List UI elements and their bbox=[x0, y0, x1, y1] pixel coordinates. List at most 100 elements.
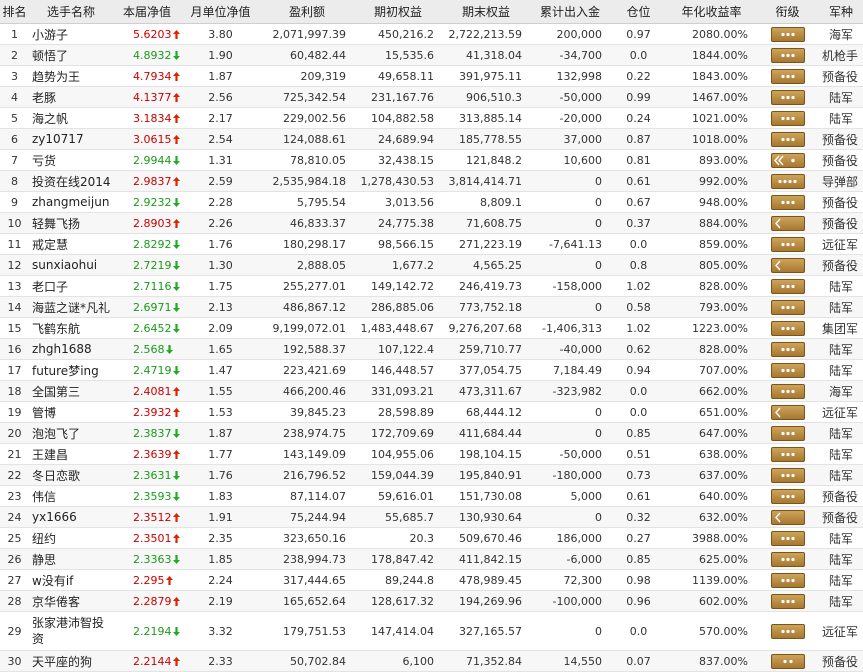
header-player-name[interactable]: 选手名称 bbox=[29, 0, 113, 24]
header-monthly-nav[interactable]: 月单位净值 bbox=[181, 0, 260, 24]
position-cell: 0.0 bbox=[610, 611, 667, 651]
position-cell: 0.61 bbox=[610, 485, 667, 507]
player-name-link[interactable]: w没有if bbox=[29, 569, 113, 591]
rank-badge-cell bbox=[756, 44, 819, 66]
player-name-link[interactable]: 老豚 bbox=[29, 86, 113, 108]
position-cell: 0.27 bbox=[610, 527, 667, 549]
header-end-equity[interactable]: 期末权益 bbox=[442, 0, 530, 24]
player-name-link[interactable]: yx1666 bbox=[29, 506, 113, 528]
header-rank[interactable]: 排名 bbox=[0, 0, 29, 24]
player-name-link[interactable]: 京华倦客 bbox=[29, 590, 113, 612]
player-name-link[interactable]: 投资在线2014 bbox=[29, 170, 113, 192]
header-profit[interactable]: 盈利额 bbox=[260, 0, 354, 24]
annual-return-cell: 793.00% bbox=[667, 296, 756, 318]
table-row: 18 全国第三 2.4081 1.55 466,200.46 331,093.21 473,… bbox=[0, 380, 863, 402]
rank-badge-cell bbox=[756, 338, 819, 360]
rank-badge-icon bbox=[770, 446, 805, 462]
player-name-link[interactable]: 戒定慧 bbox=[29, 233, 113, 255]
branch-cell: 海军 bbox=[819, 380, 863, 402]
header-annual-return[interactable]: 年化收益率 bbox=[667, 0, 756, 24]
player-name-link[interactable]: zhgh1688 bbox=[29, 338, 113, 360]
branch-cell: 陆军 bbox=[819, 86, 863, 108]
position-cell: 0.62 bbox=[610, 338, 667, 360]
player-name-link[interactable]: 飞鹤东航 bbox=[29, 317, 113, 339]
player-name-link[interactable]: 伟信 bbox=[29, 485, 113, 507]
start-equity-cell: 28,598.89 bbox=[354, 401, 442, 423]
player-name-link[interactable]: 海蓝之谜*凡礼 bbox=[29, 296, 113, 318]
profit-cell: 124,088.61 bbox=[260, 128, 354, 150]
monthly-nav-cell: 2.24 bbox=[181, 569, 260, 591]
player-name-link[interactable]: 王建昌 bbox=[29, 443, 113, 465]
player-name-link[interactable]: 静思 bbox=[29, 548, 113, 570]
header-cumulative-flow[interactable]: 累计出入金 bbox=[530, 0, 610, 24]
cumulative-flow-cell: -20,000 bbox=[530, 107, 610, 129]
position-cell: 0.8 bbox=[610, 254, 667, 276]
rank-badge-icon bbox=[770, 257, 805, 273]
nav-value: 2.2144 bbox=[133, 654, 172, 668]
profit-cell: 75,244.94 bbox=[260, 506, 354, 528]
nav-cell: 4.7934 bbox=[113, 65, 181, 87]
player-name-link[interactable]: 顿悟了 bbox=[29, 44, 113, 66]
nav-cell: 2.6452 bbox=[113, 317, 181, 339]
player-name-link[interactable]: 老口子 bbox=[29, 275, 113, 297]
rank-badge-icon bbox=[770, 320, 805, 336]
profit-cell: 165,652.64 bbox=[260, 590, 354, 612]
player-name-link[interactable]: 天平座的狗 bbox=[29, 650, 113, 672]
annual-return-cell: 640.00% bbox=[667, 485, 756, 507]
annual-return-cell: 602.00% bbox=[667, 590, 756, 612]
rank-badge-cell bbox=[756, 191, 819, 213]
player-name-link[interactable]: 管博 bbox=[29, 401, 113, 423]
nav-cell: 2.7116 bbox=[113, 275, 181, 297]
cumulative-flow-cell: -40,000 bbox=[530, 338, 610, 360]
player-name-link[interactable]: 海之帆 bbox=[29, 107, 113, 129]
player-name-link[interactable]: future梦ing bbox=[29, 359, 113, 381]
player-name-link[interactable]: 轻舞飞扬 bbox=[29, 212, 113, 234]
start-equity-cell: 3,013.56 bbox=[354, 191, 442, 213]
player-name-link[interactable]: 亏货 bbox=[29, 149, 113, 171]
arrow-up-icon bbox=[172, 596, 180, 606]
player-name-link[interactable]: 纽约 bbox=[29, 527, 113, 549]
player-name-link[interactable]: zy10717 bbox=[29, 128, 113, 150]
table-row: 26 静思 2.3363 1.85 238,994.73 178,847.42 411,84… bbox=[0, 548, 863, 570]
table-row: 6 zy10717 3.0615 2.54 124,088.61 24,689.94 185… bbox=[0, 128, 863, 150]
arrow-up-icon bbox=[172, 512, 180, 522]
nav-value: 2.8292 bbox=[133, 237, 172, 251]
rank-badge-cell bbox=[756, 317, 819, 339]
rank-cell: 11 bbox=[0, 233, 29, 255]
table-row: 10 轻舞飞扬 2.8903 2.26 46,833.37 24,775.38 71,608… bbox=[0, 212, 863, 234]
player-name-link[interactable]: sunxiaohui bbox=[29, 254, 113, 276]
player-name-link[interactable]: 冬日恋歌 bbox=[29, 464, 113, 486]
branch-cell: 陆军 bbox=[819, 359, 863, 381]
arrow-down-icon bbox=[172, 491, 180, 501]
position-cell: 0.24 bbox=[610, 107, 667, 129]
cumulative-flow-cell: 0 bbox=[530, 170, 610, 192]
branch-cell: 陆军 bbox=[819, 443, 863, 465]
rank-badge-icon bbox=[770, 488, 805, 504]
arrow-up-icon bbox=[172, 386, 180, 396]
table-row: 22 冬日恋歌 2.3631 1.76 216,796.52 159,044.39 195,… bbox=[0, 464, 863, 486]
header-start-equity[interactable]: 期初权益 bbox=[354, 0, 442, 24]
cumulative-flow-cell: -180,000 bbox=[530, 464, 610, 486]
header-position[interactable]: 仓位 bbox=[610, 0, 667, 24]
player-name-link[interactable]: 小游子 bbox=[29, 23, 113, 45]
player-name-link[interactable]: 全国第三 bbox=[29, 380, 113, 402]
header-nav[interactable]: 本届净值 bbox=[113, 0, 181, 24]
profit-cell: 2,535,984.18 bbox=[260, 170, 354, 192]
header-branch[interactable]: 军种 bbox=[819, 0, 863, 24]
nav-value: 2.9944 bbox=[133, 153, 172, 167]
header-rank-badge[interactable]: 衔级 bbox=[756, 0, 819, 24]
position-cell: 0.98 bbox=[610, 569, 667, 591]
player-name-link[interactable]: 张家港沛智投资 bbox=[29, 611, 113, 651]
rank-badge-icon bbox=[770, 68, 805, 84]
cumulative-flow-cell: -50,000 bbox=[530, 86, 610, 108]
end-equity-cell: 906,510.3 bbox=[442, 86, 530, 108]
nav-cell: 2.3639 bbox=[113, 443, 181, 465]
player-name-link[interactable]: 泡泡飞了 bbox=[29, 422, 113, 444]
end-equity-cell: 478,989.45 bbox=[442, 569, 530, 591]
arrow-down-icon bbox=[172, 302, 180, 312]
player-name-link[interactable]: zhangmeijun bbox=[29, 191, 113, 213]
cumulative-flow-cell: 132,998 bbox=[530, 65, 610, 87]
annual-return-cell: 1843.00% bbox=[667, 65, 756, 87]
arrow-down-icon bbox=[172, 470, 180, 480]
player-name-link[interactable]: 趋势为王 bbox=[29, 65, 113, 87]
